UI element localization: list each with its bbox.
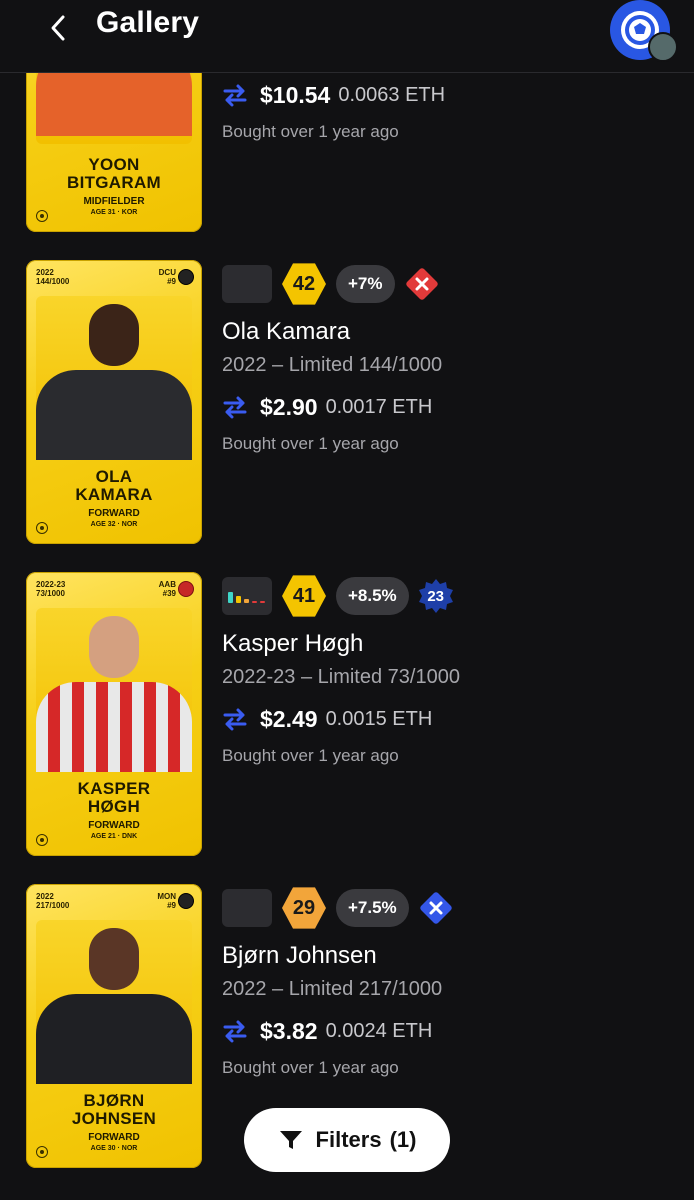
history-bar xyxy=(228,592,233,603)
price-eth: 0.0063 ETH xyxy=(338,83,446,106)
price-eth: 0.0024 ETH xyxy=(325,1019,433,1042)
card-season: 2022 144/1000 xyxy=(36,268,70,286)
player-card[interactable]: 2022-23 73/1000 AAB #39 KASPER HØGH FORWARD… xyxy=(26,572,202,856)
score-badge: 42 xyxy=(282,263,326,305)
player-name: Bjørn Johnsen xyxy=(222,942,377,969)
status-icon xyxy=(403,265,441,303)
user-avatar-badge xyxy=(648,32,678,62)
card-edition: 2022-23 – Limited 73/1000 xyxy=(222,666,460,688)
score-history-chart xyxy=(222,577,272,615)
card-edition: 2022 – Limited 144/1000 xyxy=(222,354,443,376)
score-badge: 41 xyxy=(282,575,326,617)
player-head xyxy=(89,304,139,366)
bought-time: Bought over 1 year ago xyxy=(222,434,399,453)
player-head xyxy=(89,616,139,678)
games-count: 23 xyxy=(427,587,445,605)
card-position: FORWARD xyxy=(88,820,140,831)
price-row: $2.49 0.0015 ETH xyxy=(222,702,432,736)
bought-time: Bought over 1 year ago xyxy=(222,746,399,765)
card-position: MIDFIELDER xyxy=(83,196,145,207)
back-button[interactable] xyxy=(36,8,80,48)
card-edition: 2022 – Limited 217/1000 xyxy=(222,978,443,1000)
price-row: $10.54 0.0063 ETH xyxy=(222,78,445,112)
card-age: AGE 21 · DNK xyxy=(90,833,138,840)
games-played-badge: 23 xyxy=(417,577,455,615)
filters-label: Filters xyxy=(315,1127,382,1152)
filter-funnel-icon xyxy=(279,1131,302,1149)
bought-time: Bought over 1 year ago xyxy=(222,122,399,141)
status-icon xyxy=(417,889,455,927)
card-position: FORWARD xyxy=(88,508,140,519)
bought-time: Bought over 1 year ago xyxy=(222,1058,399,1077)
price-usd: $2.90 xyxy=(260,393,318,420)
history-bar xyxy=(260,601,265,603)
card-season: 2022-23 73/1000 xyxy=(36,580,66,598)
filters-count: (1) xyxy=(389,1127,417,1152)
badge-row: 42 +7% xyxy=(222,262,441,306)
price-row: $3.82 0.0024 ETH xyxy=(222,1014,432,1048)
card-ball-icon xyxy=(36,834,48,846)
price-eth: 0.0017 ETH xyxy=(325,395,433,418)
swap-icon xyxy=(223,84,247,107)
player-card[interactable]: 2022 144/1000 DCU #9 OLA KAMARA FORWARD AGE… xyxy=(26,260,202,544)
player-name: Ola Kamara xyxy=(222,318,351,345)
red-x-icon xyxy=(405,268,438,300)
top-app-bar: Gallery xyxy=(0,0,694,73)
badge-row: 29 +7.5% xyxy=(222,886,455,930)
badge-row: 41 +8.5% 23 xyxy=(222,574,455,618)
bonus-badge: +8.5% xyxy=(336,577,409,615)
bonus-badge: +7.5% xyxy=(336,889,409,927)
card-player-name: OLA KAMARA xyxy=(75,467,153,504)
swap-icon xyxy=(223,1020,247,1043)
history-bar xyxy=(244,599,249,603)
player-head xyxy=(89,928,139,990)
card-player-name: BJØRN JOHNSEN xyxy=(71,1091,157,1128)
swap-icon xyxy=(223,708,247,731)
card-age: AGE 32 · NOR xyxy=(90,521,138,528)
player-name: Kasper Høgh xyxy=(222,630,364,657)
swap-icon xyxy=(223,396,247,419)
card-age: AGE 31 · KOR xyxy=(90,209,138,216)
card-player-name: KASPER HØGH xyxy=(77,779,151,816)
filters-button[interactable]: Filters (1) xyxy=(244,1108,450,1172)
blue-x-icon xyxy=(419,892,452,924)
player-jersey xyxy=(36,682,192,772)
history-bar xyxy=(236,596,241,603)
card-club-code: AAB #39 xyxy=(158,580,176,598)
price-eth: 0.0015 ETH xyxy=(325,707,433,730)
chevron-left-icon xyxy=(51,15,65,41)
card-ball-icon xyxy=(36,210,48,222)
price-row: $2.90 0.0017 ETH xyxy=(222,390,432,424)
score-history-chart xyxy=(222,265,272,303)
card-ball-icon xyxy=(36,1146,48,1158)
score-history-chart xyxy=(222,889,272,927)
player-card[interactable]: 2022 217/1000 MON #9 BJØRN JOHNSEN FORWARD … xyxy=(26,884,202,1168)
history-bar xyxy=(252,601,257,603)
club-crest-icon xyxy=(178,893,194,909)
card-ball-icon xyxy=(36,522,48,534)
card-club-code: MON #9 xyxy=(157,892,176,910)
player-jersey xyxy=(36,994,192,1084)
page-title: Gallery xyxy=(96,6,200,39)
card-position: FORWARD xyxy=(88,1132,140,1143)
bonus-badge: +7% xyxy=(336,265,395,303)
player-jersey xyxy=(36,370,192,460)
club-crest-icon xyxy=(178,581,194,597)
card-player-name: YOON BITGARAM xyxy=(67,155,161,192)
card-season: 2022 217/1000 xyxy=(36,892,70,910)
price-usd: $3.82 xyxy=(260,1017,318,1044)
card-club-code: DCU #9 xyxy=(158,268,176,286)
score-badge: 29 xyxy=(282,887,326,929)
card-age: AGE 30 · NOR xyxy=(90,1145,138,1152)
price-usd: $2.49 xyxy=(260,705,318,732)
club-crest-icon xyxy=(178,269,194,285)
profile-avatar[interactable] xyxy=(610,0,678,62)
price-usd: $10.54 xyxy=(260,81,331,108)
